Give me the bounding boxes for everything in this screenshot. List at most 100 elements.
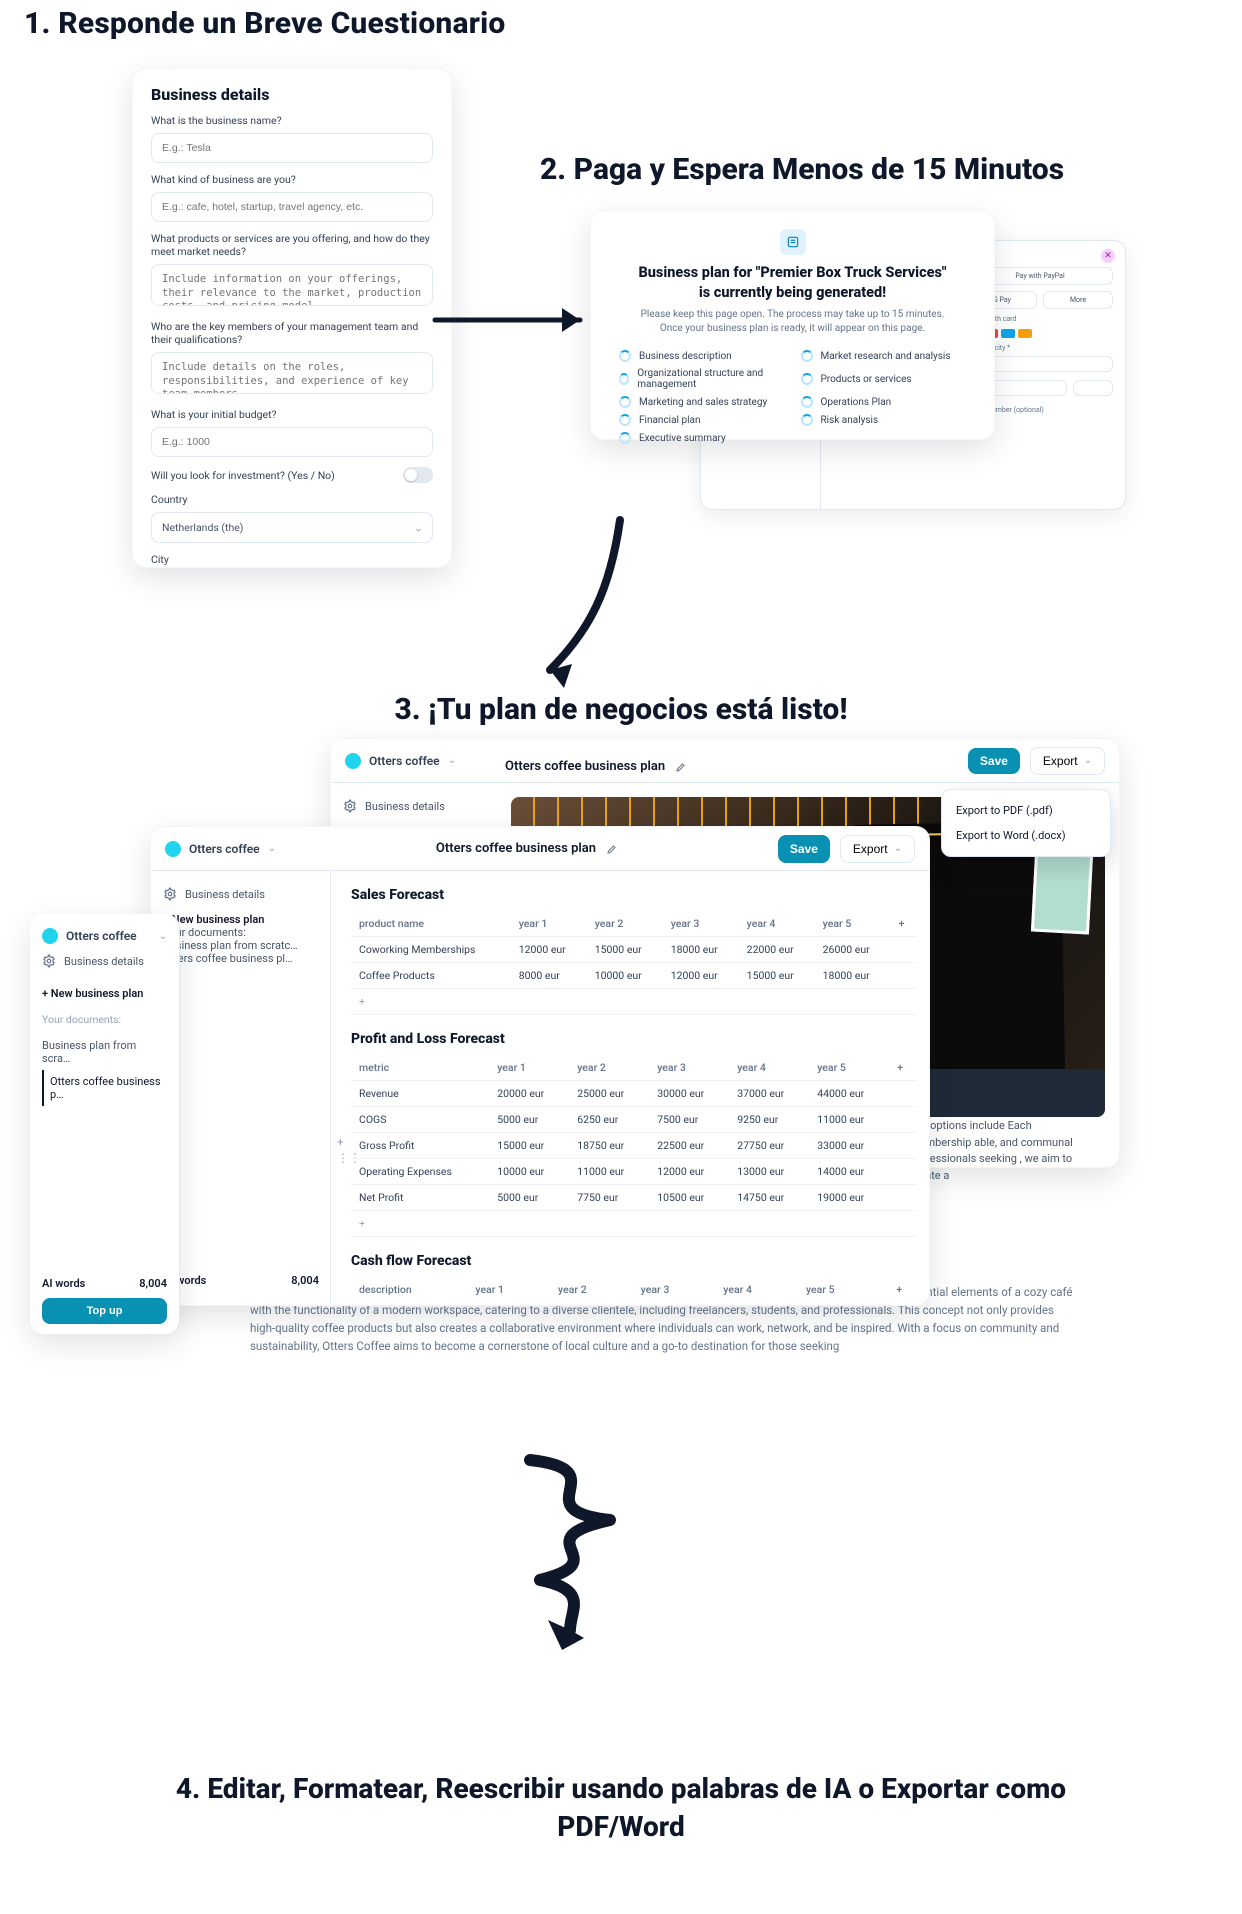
add-column-icon[interactable]: + <box>888 1277 917 1295</box>
table-cell[interactable]: 7750 eur <box>569 1185 649 1211</box>
export-word[interactable]: Export to Word (.docx) <box>952 823 1100 848</box>
table-cell[interactable]: 19000 eur <box>809 1185 889 1211</box>
table-cell[interactable]: 15000 eur <box>587 937 663 963</box>
input-team[interactable] <box>151 352 433 394</box>
table-header: year 4 <box>729 1055 809 1081</box>
generating-card: Business plan for "Premier Box Truck Ser… <box>590 210 995 440</box>
table-cell[interactable]: COGS <box>351 1107 489 1133</box>
table-cell[interactable]: 15000 eur <box>489 1133 569 1159</box>
table-cell[interactable]: 10000 eur <box>489 1159 569 1185</box>
table-cell[interactable]: 27750 eur <box>729 1133 809 1159</box>
table-cell[interactable]: 7500 eur <box>649 1107 729 1133</box>
table-cell[interactable]: 14000 eur <box>809 1159 889 1185</box>
questionnaire-card: Business details What is the business na… <box>132 68 452 568</box>
pencil-icon[interactable] <box>675 761 687 773</box>
spinner-icon <box>619 432 631 444</box>
spinner-icon <box>619 396 631 408</box>
table-cell[interactable]: 10000 eur <box>587 963 663 989</box>
table-cell[interactable]: 44000 eur <box>809 1081 889 1107</box>
amex-icon <box>1001 329 1015 338</box>
brand-switcher[interactable]: Otters coffee⌄ <box>42 928 167 944</box>
table-cell[interactable]: 15000 eur <box>739 963 815 989</box>
add-column-icon[interactable]: + <box>891 911 917 937</box>
more-pay-button[interactable]: More <box>1043 291 1113 309</box>
table-cell[interactable]: Operating Expenses <box>351 1159 489 1185</box>
table-cell[interactable]: 12000 eur <box>511 937 587 963</box>
table-cell[interactable]: Coffee Products <box>351 963 511 989</box>
pencil-icon[interactable] <box>606 843 618 855</box>
brand-switcher[interactable]: Otters coffee⌄ <box>165 841 276 857</box>
table-cell[interactable]: Net Profit <box>351 1185 489 1211</box>
table-cell[interactable]: 20000 eur <box>489 1081 569 1107</box>
save-button[interactable]: Save <box>968 748 1020 774</box>
table-cell[interactable]: 5000 eur <box>489 1107 569 1133</box>
table-cell[interactable]: 12000 eur <box>663 963 739 989</box>
doc-link[interactable]: Business plan from scratc… <box>163 939 318 952</box>
doc-link[interactable]: Otters coffee business pl… <box>163 952 318 965</box>
zip2-input[interactable] <box>1073 380 1113 396</box>
left-mini-sidebar: Otters coffee⌄ Business details + New bu… <box>30 914 180 1334</box>
table-cell[interactable]: 25000 eur <box>569 1081 649 1107</box>
export-button[interactable]: Export⌄ <box>1030 747 1105 775</box>
table-cell[interactable]: 11000 eur <box>569 1159 649 1185</box>
export-pdf[interactable]: Export to PDF (.pdf) <box>952 798 1100 823</box>
select-country[interactable]: Netherlands (the) <box>151 512 433 543</box>
table-cell[interactable]: 37000 eur <box>729 1081 809 1107</box>
table-row: Revenue20000 eur25000 eur30000 eur37000 … <box>351 1081 917 1107</box>
input-budget[interactable] <box>151 427 433 457</box>
table-cell[interactable]: 11000 eur <box>809 1107 889 1133</box>
table-row: Gross Profit15000 eur18750 eur22500 eur2… <box>351 1133 917 1159</box>
table-cell[interactable]: 26000 eur <box>815 937 891 963</box>
table-cell[interactable]: 8000 eur <box>511 963 587 989</box>
new-business-plan[interactable]: + New business plan <box>42 982 167 1005</box>
table-cell[interactable]: 13000 eur <box>729 1159 809 1185</box>
add-column-icon[interactable]: + <box>889 1055 917 1081</box>
doc-link-active[interactable]: Otters coffee business p… <box>42 1070 167 1106</box>
input-business-kind[interactable] <box>151 192 433 222</box>
table-cell[interactable]: Revenue <box>351 1081 489 1107</box>
table-cell[interactable]: 14750 eur <box>729 1185 809 1211</box>
business-details-link[interactable]: Business details <box>163 887 318 901</box>
brand-switcher[interactable]: Otters coffee⌄ <box>345 753 456 769</box>
table-cell[interactable]: 18750 eur <box>569 1133 649 1159</box>
table-cell[interactable]: 22000 eur <box>739 937 815 963</box>
table-row: COGS5000 eur6250 eur7500 eur9250 eur1100… <box>351 1107 917 1133</box>
table-cell[interactable]: 12000 eur <box>649 1159 729 1185</box>
gen-item: Products or services <box>801 368 967 390</box>
table-cell[interactable]: 6250 eur <box>569 1107 649 1133</box>
brand-avatar-icon <box>345 753 361 769</box>
add-row-icon[interactable]: + <box>351 989 511 1015</box>
table-header: year 1 <box>489 1055 569 1081</box>
table-cell[interactable]: 18000 eur <box>663 937 739 963</box>
spinner-icon <box>619 350 631 362</box>
table-cell[interactable]: Coworking Memberships <box>351 937 511 963</box>
export-button[interactable]: Export⌄ <box>840 835 915 863</box>
topup-button[interactable]: Top up <box>42 1298 167 1324</box>
new-business-plan[interactable]: + New business plan <box>163 913 318 926</box>
table-header: year 3 <box>649 1055 729 1081</box>
input-products[interactable] <box>151 264 433 306</box>
table-cell[interactable]: 10500 eur <box>649 1185 729 1211</box>
table-cell[interactable]: 33000 eur <box>809 1133 889 1159</box>
table-header: product name <box>351 911 511 937</box>
table-cell[interactable]: 5000 eur <box>489 1185 569 1211</box>
table-cell[interactable]: 18000 eur <box>815 963 891 989</box>
table-cell[interactable]: 30000 eur <box>649 1081 729 1107</box>
q-city: City <box>151 553 433 566</box>
investment-toggle[interactable] <box>403 467 433 483</box>
gen-item: Operations Plan <box>801 396 967 408</box>
close-icon[interactable]: ✕ <box>1101 249 1115 263</box>
table-cell[interactable]: 9250 eur <box>729 1107 809 1133</box>
input-business-name[interactable] <box>151 133 433 163</box>
gen-item: Organizational structure and management <box>619 368 785 390</box>
step3-composite: Otters coffee⌄ Save Export⌄ Otters coffe… <box>30 738 1120 1388</box>
business-details-link[interactable]: Business details <box>343 799 469 813</box>
your-docs-label: Your documents: <box>42 1013 167 1026</box>
doc-title: Otters coffee business plan <box>505 759 687 774</box>
business-details-link[interactable]: Business details <box>42 954 167 968</box>
table-cell[interactable]: 22500 eur <box>649 1133 729 1159</box>
save-button[interactable]: Save <box>778 835 830 863</box>
doc-link[interactable]: Business plan from scra… <box>42 1034 167 1070</box>
table-cell[interactable]: Gross Profit <box>351 1133 489 1159</box>
add-row-icon[interactable]: + <box>351 1211 489 1237</box>
